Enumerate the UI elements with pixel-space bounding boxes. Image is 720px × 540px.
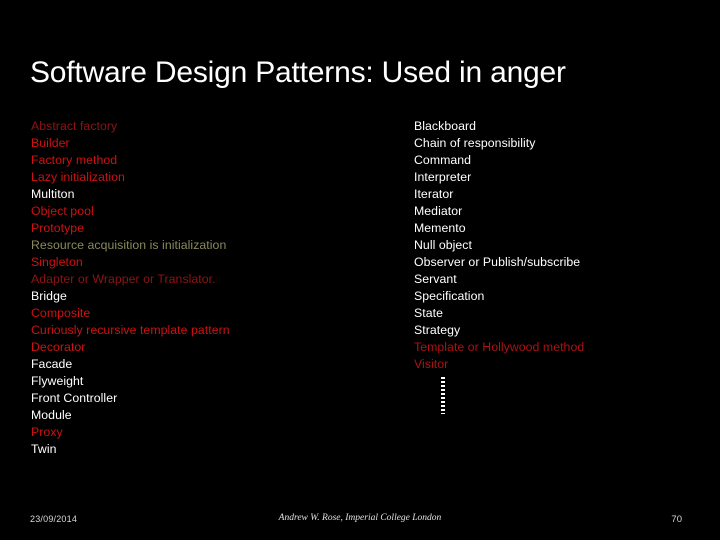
pattern-list-item: Flyweight bbox=[31, 374, 84, 388]
pattern-list-item: Abstract factory bbox=[31, 119, 118, 133]
footer-attribution: Andrew W. Rose, Imperial College London bbox=[278, 513, 442, 523]
pattern-list-item: Interpreter bbox=[414, 170, 472, 184]
pattern-list-item: Curiously recursive template pattern bbox=[31, 323, 230, 337]
pattern-list-item: Singleton bbox=[31, 255, 83, 269]
pattern-list-item: Observer or Publish/subscribe bbox=[414, 255, 581, 269]
pattern-list-item: Decorator bbox=[31, 340, 86, 354]
pattern-list-item: Factory method bbox=[31, 153, 118, 167]
pattern-list-right: Blackboard Chain of responsibility Command… bbox=[414, 118, 704, 373]
text-cursor-icon bbox=[441, 377, 445, 414]
pattern-list-item: Command bbox=[414, 153, 472, 167]
pattern-list-item: State bbox=[414, 306, 443, 320]
pattern-list-item: Servant bbox=[414, 272, 457, 286]
pattern-list-item: Object pool bbox=[31, 204, 94, 218]
pattern-list-item: Null object bbox=[414, 238, 472, 252]
footer-page-number: 70 bbox=[671, 514, 682, 525]
pattern-list-item: Mediator bbox=[414, 204, 463, 218]
pattern-list-item: Composite bbox=[31, 306, 91, 320]
pattern-list-item: Visitor bbox=[414, 357, 449, 371]
pattern-list-item: Prototype bbox=[31, 221, 85, 235]
pattern-list-item: Specification bbox=[414, 289, 485, 303]
pattern-list-item: Lazy initialization bbox=[31, 170, 125, 184]
pattern-list-item: Adapter or Wrapper or Translator. bbox=[31, 272, 216, 286]
slide-footer: 23/09/2014 Andrew W. Rose, Imperial Coll… bbox=[0, 510, 720, 536]
pattern-list-item: Module bbox=[31, 408, 72, 422]
pattern-list-item: Proxy bbox=[31, 425, 63, 439]
pattern-list-item: Builder bbox=[31, 136, 70, 150]
pattern-list-item: Template or Hollywood method bbox=[414, 340, 585, 354]
pattern-list-item: Multiton bbox=[31, 187, 75, 201]
pattern-list-item: Strategy bbox=[414, 323, 461, 337]
pattern-list-item: Bridge bbox=[31, 289, 67, 303]
pattern-list-item: Memento bbox=[414, 221, 466, 235]
pattern-list-item: Facade bbox=[31, 357, 73, 371]
pattern-list-item: Front Controller bbox=[31, 391, 118, 405]
pattern-list-item: Resource acquisition is initialization bbox=[31, 238, 227, 252]
pattern-list-left: Abstract factory Builder Factory method Laz… bbox=[31, 118, 401, 458]
page-title: Software Design Patterns: Used in anger bbox=[30, 56, 566, 89]
pattern-list-item: Iterator bbox=[414, 187, 454, 201]
pattern-list-item: Twin bbox=[31, 442, 57, 456]
slide-canvas: Software Design Patterns: Used in anger … bbox=[0, 0, 720, 540]
pattern-list-item: Chain of responsibility bbox=[414, 136, 536, 150]
pattern-list-item: Blackboard bbox=[414, 119, 477, 133]
